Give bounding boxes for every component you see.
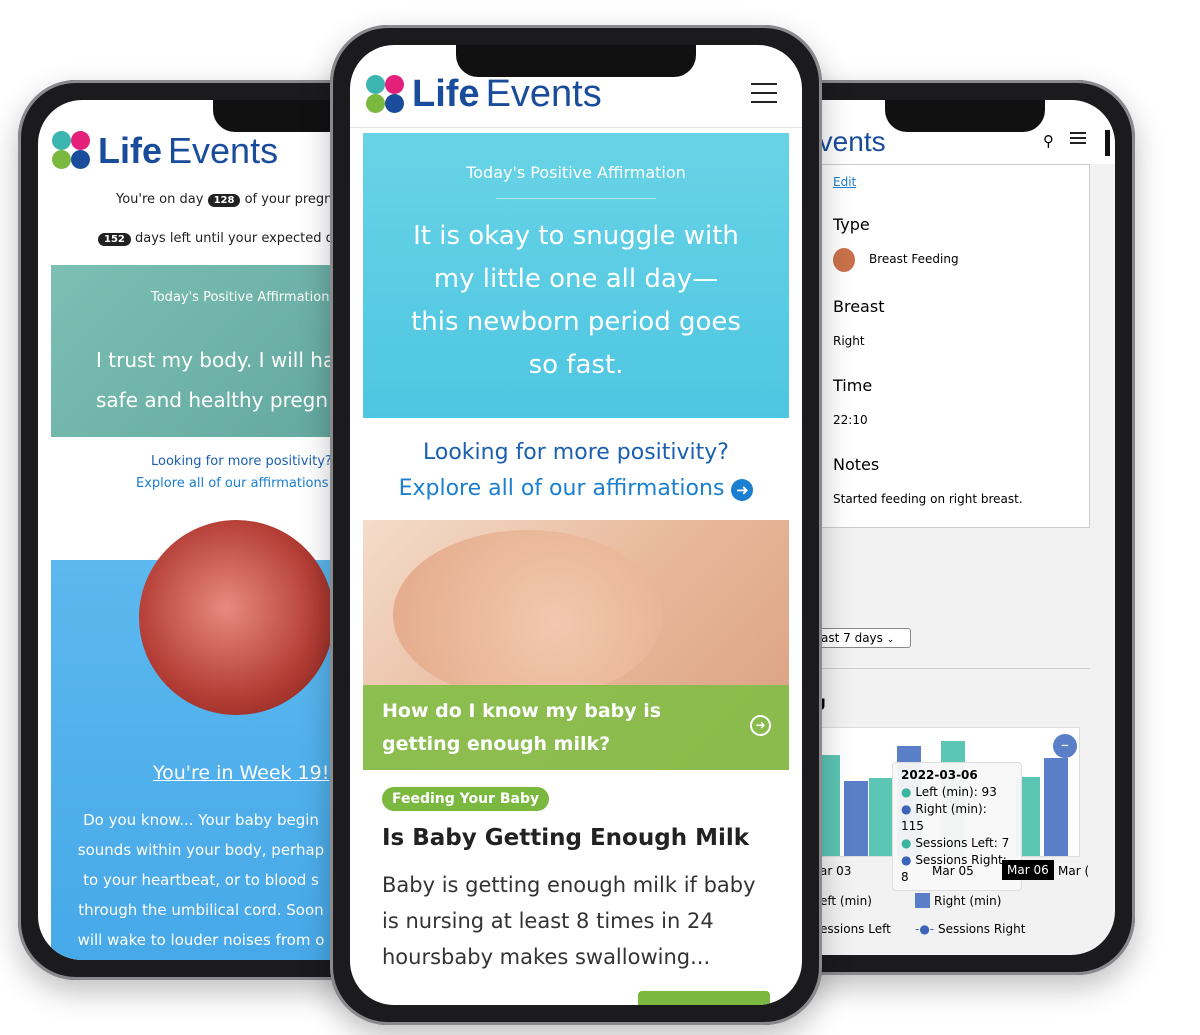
article-card-title[interactable]: How do I know my baby is getting enough …	[363, 685, 789, 770]
breast-value: Right	[833, 334, 865, 348]
chart-bar-left[interactable]	[869, 777, 893, 856]
type-value: Breast Feeding	[869, 252, 959, 266]
read-more-button[interactable]	[638, 991, 770, 1005]
logo[interactable]: Life Events	[366, 73, 602, 116]
time-value: 22:10	[833, 413, 868, 427]
breastfeeding-icon	[833, 248, 855, 272]
entry-details: Edit Type Breast Feeding Breast Right Ti…	[810, 164, 1090, 528]
center-screen: Life Events Today's Positive Affirmation …	[350, 45, 802, 1005]
legend-right[interactable]: Right (min)	[934, 894, 1002, 908]
clover-logo-icon	[52, 131, 92, 171]
legend-left[interactable]: eft (min)	[820, 894, 872, 908]
clover-logo-icon	[366, 74, 406, 115]
day-counter: You're on day 128 of your pregn	[116, 192, 333, 207]
did-you-know-text: Do you know... Your baby begin sounds wi…	[77, 811, 325, 949]
type-label: Type	[833, 215, 870, 234]
chart-bar-right[interactable]	[844, 781, 868, 856]
breast-label: Breast	[833, 297, 885, 316]
search-icon[interactable]: ⚲	[1043, 132, 1054, 150]
fetus-image	[139, 520, 334, 715]
explore-affirmations-link[interactable]: Explore all of our affirmations	[136, 476, 329, 491]
article-title[interactable]: Is Baby Getting Enough Milk	[382, 825, 749, 851]
week-heading[interactable]: You're in Week 19!	[153, 762, 329, 784]
legend-sessions-right[interactable]: -●- Sessions Right	[915, 922, 1025, 936]
chart-bar-right[interactable]	[1044, 758, 1068, 856]
x-tick: Mar 05	[932, 864, 974, 878]
minus-icon[interactable]: –	[1053, 734, 1077, 758]
hamburger-icon[interactable]	[751, 83, 777, 103]
x-tick-highlighted: Mar 06	[1002, 860, 1054, 880]
affirmation-heading: Today's Positive Affirmation	[466, 163, 686, 182]
logo-light: Events	[168, 130, 279, 171]
days-left: 152 days left until your expected d	[98, 231, 334, 246]
time-label: Time	[833, 376, 873, 395]
logo-bold: Life	[412, 73, 480, 115]
center-phone: Life Events Today's Positive Affirmation …	[330, 25, 822, 1025]
x-tick: Mar (	[1058, 864, 1090, 878]
more-positivity-text: Looking for more positivity?	[423, 440, 729, 465]
notes-value: Started feeding on right breast.	[833, 492, 1023, 506]
more-positivity-text: Looking for more positivity?	[151, 454, 332, 469]
arrow-right-icon: ➜	[731, 479, 754, 501]
arrow-right-icon: ➜	[750, 715, 771, 736]
legend-sessions-left[interactable]: essions Left	[820, 922, 891, 936]
chevron-down-icon: ⌄	[886, 635, 895, 645]
logo-bold: Life	[98, 130, 163, 171]
notes-label: Notes	[833, 455, 880, 474]
scrollbar[interactable]	[1105, 130, 1110, 156]
affirmation-card: Today's Positive Affirmation It is okay …	[363, 133, 789, 418]
affirmation-text: It is okay to snuggle with my little one…	[411, 221, 741, 380]
legend-right-swatch[interactable]	[915, 893, 930, 908]
edit-link[interactable]: Edit	[833, 175, 856, 189]
article-image[interactable]: How do I know my baby is getting enough …	[363, 520, 789, 770]
logo[interactable]: Life Events	[52, 130, 278, 172]
explore-affirmations-link[interactable]: Explore all of our affirmations ➜	[350, 476, 802, 501]
category-tag[interactable]: Feeding Your Baby	[382, 787, 550, 811]
baby-image	[393, 530, 663, 700]
hamburger-icon[interactable]	[1070, 132, 1086, 144]
x-tick: ar 03	[820, 864, 852, 878]
divider	[810, 668, 1090, 669]
article-excerpt: Baby is getting enough milk if baby is n…	[382, 873, 756, 969]
logo-light: Events	[485, 73, 602, 115]
